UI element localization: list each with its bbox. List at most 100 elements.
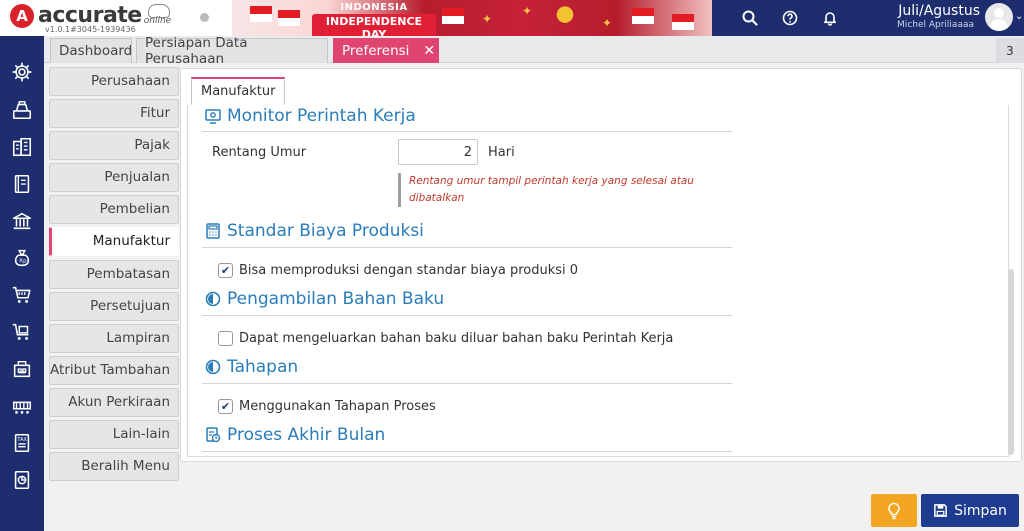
ledger-book-icon[interactable] — [10, 172, 34, 196]
divider — [202, 247, 732, 248]
divider — [202, 383, 732, 384]
section-item-lain-lain[interactable]: Lain-lain — [49, 420, 179, 449]
report-chart-icon[interactable] — [10, 468, 34, 492]
user-period[interactable]: Juli/Agustus — [880, 3, 980, 19]
money-bag-icon[interactable]: Rp — [10, 246, 34, 270]
svg-text:TAX: TAX — [16, 437, 27, 443]
floppy-disk-icon — [933, 503, 948, 518]
section-item-fitur[interactable]: Fitur — [49, 99, 179, 128]
tab-dashboard[interactable]: Dashboard — [50, 38, 132, 63]
search-icon[interactable] — [730, 0, 770, 36]
preferences-scroll-area: Monitor Perintah Kerja Rentang Umur Hari… — [187, 105, 1009, 457]
lightbulb-icon — [888, 502, 900, 519]
app-header: A accurate online v1.0.1#3045-1939436 IN… — [0, 0, 1024, 36]
header-icons — [730, 0, 850, 36]
half-circle-icon — [204, 291, 221, 308]
age-range-label: Rentang Umur — [212, 145, 307, 160]
section-title-work-order-monitor: Monitor Perintah Kerja — [204, 105, 416, 127]
garuda-emblem-icon — [552, 2, 578, 30]
age-range-input[interactable] — [398, 139, 478, 165]
close-icon[interactable]: ✕ — [423, 43, 435, 59]
tips-button[interactable] — [871, 494, 917, 527]
section-item-penjualan[interactable]: Penjualan — [49, 163, 179, 192]
tab-label: Dashboard — [59, 43, 133, 59]
subtab-manufaktur[interactable]: Manufaktur — [191, 77, 286, 105]
avatar[interactable] — [985, 3, 1013, 31]
open-tab-count[interactable]: 3 — [996, 38, 1024, 63]
building-icon[interactable] — [10, 135, 34, 159]
gear-icon[interactable] — [10, 60, 34, 84]
section-title-raw-material-taking: Pengambilan Bahan Baku — [204, 288, 444, 310]
standard-cost-checkbox[interactable]: ✔ — [218, 262, 233, 278]
age-range-hint: Rentang umur tampil perintah kerja yang … — [398, 173, 718, 207]
production-line-icon[interactable] — [10, 394, 34, 418]
bell-icon[interactable] — [810, 0, 850, 36]
chevron-down-icon[interactable]: ⌄ — [1015, 11, 1023, 22]
star-icon: ✦ — [522, 4, 533, 18]
cart-box-icon[interactable] — [10, 320, 34, 344]
main-nav-rail: Rp TAX — [0, 36, 44, 531]
section-title-text: Monitor Perintah Kerja — [227, 106, 416, 126]
stages-option[interactable]: ✔ Menggunakan Tahapan Proses — [218, 397, 436, 415]
star-icon: ✦ — [602, 16, 613, 30]
divider — [202, 315, 732, 316]
section-item-persetujuan[interactable]: Persetujuan — [49, 292, 179, 321]
section-item-akun-perkiraan[interactable]: Akun Perkiraan — [49, 388, 179, 417]
material-taking-option[interactable]: Dapat mengeluarkan bahan baku diluar bah… — [218, 329, 673, 347]
help-icon[interactable] — [770, 0, 810, 36]
calendar-document-icon — [204, 427, 221, 444]
section-item-pembelian[interactable]: Pembelian — [49, 195, 179, 224]
half-circle-icon — [204, 359, 221, 376]
section-title-text: Standar Biaya Produksi — [227, 221, 424, 241]
banner-line-1: INDONESIA — [340, 2, 408, 13]
tab-count-value: 3 — [1006, 43, 1014, 58]
independence-day-banner: INDONESIA INDEPENDENCE DAY ✦ ✦ ✦ — [232, 0, 712, 36]
monitor-gear-icon — [204, 108, 221, 125]
option-label: Menggunakan Tahapan Proses — [239, 398, 436, 414]
scrollbar-thumb[interactable] — [1008, 269, 1014, 455]
section-item-pajak[interactable]: Pajak — [49, 131, 179, 160]
standard-cost-option[interactable]: ✔ Bisa memproduksi dengan standar biaya … — [218, 261, 578, 279]
section-item-perusahaan[interactable]: Perusahaan — [49, 67, 179, 96]
save-button[interactable]: Simpan — [921, 494, 1019, 527]
accurate-logo-mark: A — [10, 3, 34, 28]
section-title-text: Tahapan — [227, 357, 299, 377]
divider — [202, 451, 732, 452]
tab-company-data-setup[interactable]: Persiapan Data Perusahaan — [136, 35, 328, 67]
save-button-label: Simpan — [954, 502, 1007, 519]
cash-register-icon[interactable] — [10, 98, 34, 122]
shopping-cart-icon[interactable] — [10, 283, 34, 307]
option-label: Bisa memproduksi dengan standar biaya pr… — [239, 262, 579, 278]
section-item-lampiran[interactable]: Lampiran — [49, 324, 179, 353]
calculator-icon — [204, 223, 221, 240]
flag-icon — [672, 14, 694, 30]
tab-preferences[interactable]: Preferensi ✕ — [333, 38, 439, 63]
divider — [202, 131, 732, 132]
tab-label: Preferensi — [342, 43, 410, 59]
section-item-manufaktur[interactable]: Manufaktur — [49, 227, 179, 256]
section-item-pembatasan[interactable]: Pembatasan — [49, 260, 179, 289]
warehouse-icon[interactable] — [10, 357, 34, 381]
star-icon: ✦ — [482, 12, 493, 26]
flag-icon — [250, 6, 272, 22]
material-taking-checkbox[interactable] — [218, 330, 233, 346]
connection-status-dot — [200, 13, 209, 22]
tax-icon[interactable]: TAX — [10, 431, 34, 455]
user-name[interactable]: Michel Apriliaaaa — [860, 20, 974, 30]
section-item-beralih-menu[interactable]: Beralih Menu — [49, 452, 179, 481]
section-title-month-end-process: Proses Akhir Bulan — [204, 424, 385, 446]
banner-line-2: INDEPENDENCE DAY — [312, 14, 436, 36]
tab-bar: Dashboard Persiapan Data Perusahaan Pref… — [44, 35, 1024, 67]
section-title-standard-production-cost: Standar Biaya Produksi — [204, 220, 424, 242]
vertical-scrollbar[interactable] — [1008, 105, 1014, 457]
cloud-icon — [148, 4, 170, 18]
flag-icon — [442, 8, 464, 24]
banner-text: INDONESIA INDEPENDENCE DAY — [312, 2, 436, 36]
manufacturing-preferences-panel: Manufaktur Monitor Perintah Kerja Rentan… — [180, 68, 1022, 462]
app-version: v1.0.1#3045-1939436 — [45, 25, 136, 34]
section-item-atribut-tambahan[interactable]: Atribut Tambahan — [49, 356, 179, 385]
bank-icon[interactable] — [10, 209, 34, 233]
option-label: Dapat mengeluarkan bahan baku diluar bah… — [239, 330, 674, 346]
stages-checkbox[interactable]: ✔ — [218, 398, 233, 414]
svg-text:Rp: Rp — [19, 259, 27, 265]
